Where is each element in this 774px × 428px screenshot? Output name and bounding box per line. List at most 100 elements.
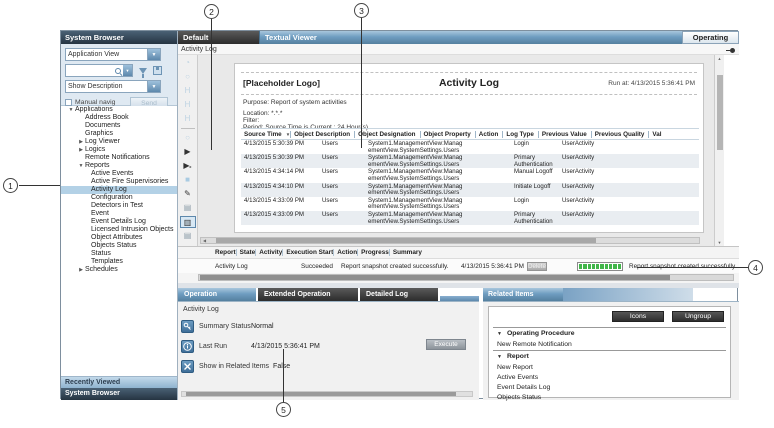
pin-icon[interactable] xyxy=(726,48,735,53)
status-icon[interactable]: ○ xyxy=(180,132,196,144)
chevron-down-icon[interactable]: ▼ xyxy=(147,49,160,60)
tab-extended-operation[interactable]: Extended Operation xyxy=(258,288,358,301)
refresh-icon[interactable]: ○ xyxy=(180,71,196,83)
search-options-chevron-icon[interactable]: ▼ xyxy=(123,65,132,76)
tab-related-items[interactable]: Related Items xyxy=(483,288,563,301)
tree-item[interactable]: Licensed Intrusion Objects xyxy=(61,226,177,234)
related-item[interactable]: Event Details Log xyxy=(493,383,726,393)
run-options-icon[interactable]: ▶▸ xyxy=(180,160,196,172)
x-icon[interactable] xyxy=(181,360,194,373)
search-input-box[interactable]: ▼ xyxy=(65,64,133,77)
tree-item[interactable]: Detectors in Test xyxy=(61,202,177,210)
related-item[interactable]: Report xyxy=(493,350,726,363)
tree-expander-icon[interactable] xyxy=(77,266,85,274)
scroll-down-icon[interactable]: ▼ xyxy=(715,239,724,246)
tree-item[interactable]: Object Attributes xyxy=(61,234,177,242)
tree-item[interactable]: Objects Status xyxy=(61,242,177,250)
column-header[interactable]: Object Description xyxy=(290,131,354,138)
tree-expander-icon[interactable] xyxy=(67,106,75,114)
tab-textual-viewer[interactable]: Textual Viewer xyxy=(259,31,361,44)
scroll-up-icon[interactable]: ▲ xyxy=(715,55,724,62)
related-item[interactable]: Operating Procedure xyxy=(493,327,726,340)
operation-scrollbar[interactable] xyxy=(181,391,473,397)
related-item[interactable]: New Remote Notification xyxy=(493,340,726,350)
scroll-left-icon[interactable]: ◀ xyxy=(201,237,208,244)
table-row[interactable]: 4/13/2015 4:34:14 PM Users System1.Manag… xyxy=(241,168,699,182)
tree-item[interactable]: Graphics xyxy=(61,130,177,138)
column-header[interactable]: Action xyxy=(475,131,503,138)
snapshot-icon[interactable]: ▥ xyxy=(180,216,196,228)
tree-item[interactable]: Schedules xyxy=(61,266,177,274)
tab-detailed-log[interactable]: Detailed Log xyxy=(360,288,438,301)
stop-icon[interactable]: ■ xyxy=(180,174,196,186)
tree-expander-icon[interactable] xyxy=(77,146,85,154)
related-item[interactable]: Active Events xyxy=(493,373,726,383)
run-report-icon[interactable]: ▶ xyxy=(180,146,196,158)
view-selector[interactable]: Application View ▼ xyxy=(65,48,161,61)
tree-item[interactable]: Log Viewer xyxy=(61,138,177,146)
tree-item[interactable]: Logics xyxy=(61,146,177,154)
delete-button[interactable]: Delete xyxy=(527,262,547,271)
save-filter-icon[interactable] xyxy=(153,66,162,75)
preview-icon[interactable]: ◔ xyxy=(180,57,196,69)
tree-item[interactable]: Address Book xyxy=(61,114,177,122)
tree-expander-icon[interactable] xyxy=(77,162,85,170)
tree-item[interactable]: Reports xyxy=(61,162,177,170)
scrollbar-thumb[interactable] xyxy=(717,75,723,150)
column-header[interactable]: Previous Value xyxy=(538,131,591,138)
column-header[interactable]: Object Designation xyxy=(354,131,419,138)
viewer-vertical-scrollbar[interactable]: ▲ ▼ xyxy=(714,55,724,246)
scrollbar-thumb[interactable] xyxy=(186,392,456,396)
table-row[interactable]: 4/13/2015 4:34:10 PM Users System1.Manag… xyxy=(241,183,699,197)
edit-icon[interactable]: ✎ xyxy=(180,188,196,200)
related-item[interactable]: Objects Status xyxy=(493,393,726,403)
table-row[interactable]: 4/13/2015 4:33:09 PM Users System1.Manag… xyxy=(241,197,699,211)
info-icon[interactable] xyxy=(181,340,194,353)
tree-item[interactable]: Activity Log xyxy=(61,186,177,194)
tree-item[interactable]: Active Fire Supervisories xyxy=(61,178,177,186)
execution-row[interactable]: Activity Log Succeeded Report snapshot c… xyxy=(178,259,739,273)
tree-item[interactable]: Event xyxy=(61,210,177,218)
related-item[interactable]: New Report xyxy=(493,363,726,373)
tree-item[interactable]: Status xyxy=(61,250,177,258)
operating-mode-button[interactable]: Operating xyxy=(682,31,739,44)
tree-item[interactable]: Event Details Log xyxy=(61,218,177,226)
recently-viewed-bar[interactable]: Recently Viewed xyxy=(61,376,177,388)
page-setup-icon[interactable]: H xyxy=(180,113,196,125)
key-icon[interactable] xyxy=(181,320,194,333)
tab-default[interactable]: Default xyxy=(178,31,259,44)
page-footer-icon[interactable]: H xyxy=(180,99,196,111)
search-icon[interactable] xyxy=(114,67,122,75)
system-browser-bar[interactable]: System Browser xyxy=(61,388,177,400)
tree-item[interactable]: Documents xyxy=(61,122,177,130)
ungroup-button[interactable]: Ungroup xyxy=(672,311,724,322)
column-header[interactable]: Previous Quality xyxy=(591,131,649,138)
column-header[interactable]: Source Time▼ xyxy=(241,131,290,138)
tree-item[interactable]: Active Events xyxy=(61,170,177,178)
column-header[interactable]: Object Property xyxy=(420,131,475,138)
tree-item[interactable]: Configuration xyxy=(61,194,177,202)
manual-nav-checkbox[interactable] xyxy=(65,99,72,106)
execution-scrollbar[interactable] xyxy=(198,274,734,281)
scrollbar-thumb[interactable] xyxy=(200,275,670,280)
icons-button[interactable]: Icons xyxy=(612,311,664,322)
filter-icon[interactable] xyxy=(139,68,147,74)
table-row[interactable]: 4/13/2015 4:33:09 PM Users System1.Manag… xyxy=(241,211,699,225)
tree-item[interactable]: Applications xyxy=(61,106,177,114)
table-row[interactable]: 4/13/2015 5:30:39 PM Users System1.Manag… xyxy=(241,154,699,168)
column-header[interactable]: Log Type xyxy=(502,131,538,138)
description-selector[interactable]: Show Description ▼ xyxy=(65,80,161,93)
tree-expander-icon[interactable] xyxy=(77,138,85,146)
tab-operation[interactable]: Operation xyxy=(178,288,256,301)
viewer-horizontal-scrollbar[interactable]: ◀ xyxy=(200,237,700,244)
page-header-icon[interactable]: H xyxy=(180,85,196,97)
tree-item[interactable]: Templates xyxy=(61,258,177,266)
scrollbar-thumb[interactable] xyxy=(216,238,596,243)
export-pdf-icon[interactable]: ▤ xyxy=(180,202,196,214)
execute-button[interactable]: Execute xyxy=(426,339,466,350)
column-header[interactable]: Val xyxy=(648,131,665,138)
search-input[interactable] xyxy=(66,66,114,76)
save-as-icon[interactable]: ▤ xyxy=(180,230,196,242)
chevron-down-icon[interactable]: ▼ xyxy=(147,81,160,92)
table-row[interactable]: 4/13/2015 5:30:39 PM Users System1.Manag… xyxy=(241,140,699,154)
